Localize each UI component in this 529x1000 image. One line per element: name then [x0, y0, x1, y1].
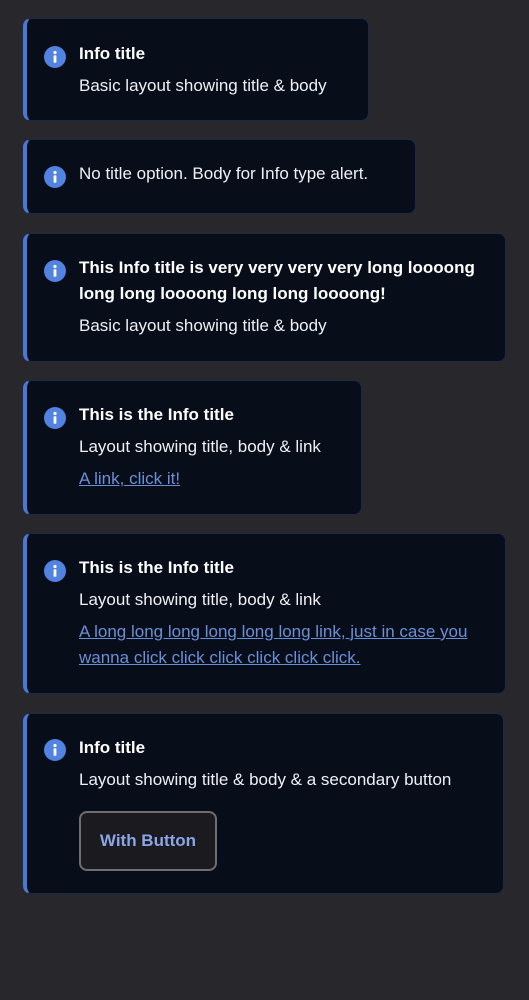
alert-body: No title option. Body for Info type aler… [79, 164, 369, 183]
with-button[interactable]: With Button [79, 811, 217, 871]
alert-body: Basic layout showing title & body [79, 316, 327, 335]
alert-title: This Info title is very very very very l… [79, 258, 475, 303]
info-icon [44, 407, 66, 429]
alert-title: Info title [79, 44, 146, 63]
info-alert: No title option. Body for Info type aler… [23, 139, 416, 214]
alert-body: Layout showing title, body & link [79, 437, 321, 456]
alert-title: This is the Info title [79, 405, 234, 424]
info-alert: Info title Layout showing title & body &… [23, 713, 504, 894]
alert-title: This is the Info title [79, 558, 234, 577]
info-icon [44, 166, 66, 188]
info-icon [44, 260, 66, 282]
alert-link[interactable]: A link, click it! [79, 466, 343, 492]
info-icon [44, 46, 66, 68]
alert-title: Info title [79, 738, 146, 757]
alert-body: Layout showing title & body & a secondar… [79, 770, 452, 789]
info-icon [44, 739, 66, 761]
alert-body: Basic layout showing title & body [79, 76, 327, 95]
info-alert: This is the Info title Layout showing ti… [23, 380, 362, 515]
info-icon [44, 560, 66, 582]
info-alert: This Info title is very very very very l… [23, 233, 506, 362]
alert-body: Layout showing title, body & link [79, 590, 321, 609]
info-alert: This is the Info title Layout showing ti… [23, 533, 506, 694]
alert-link[interactable]: A long long long long long long link, ju… [79, 619, 487, 671]
info-alert: Info title Basic layout showing title & … [23, 18, 369, 121]
